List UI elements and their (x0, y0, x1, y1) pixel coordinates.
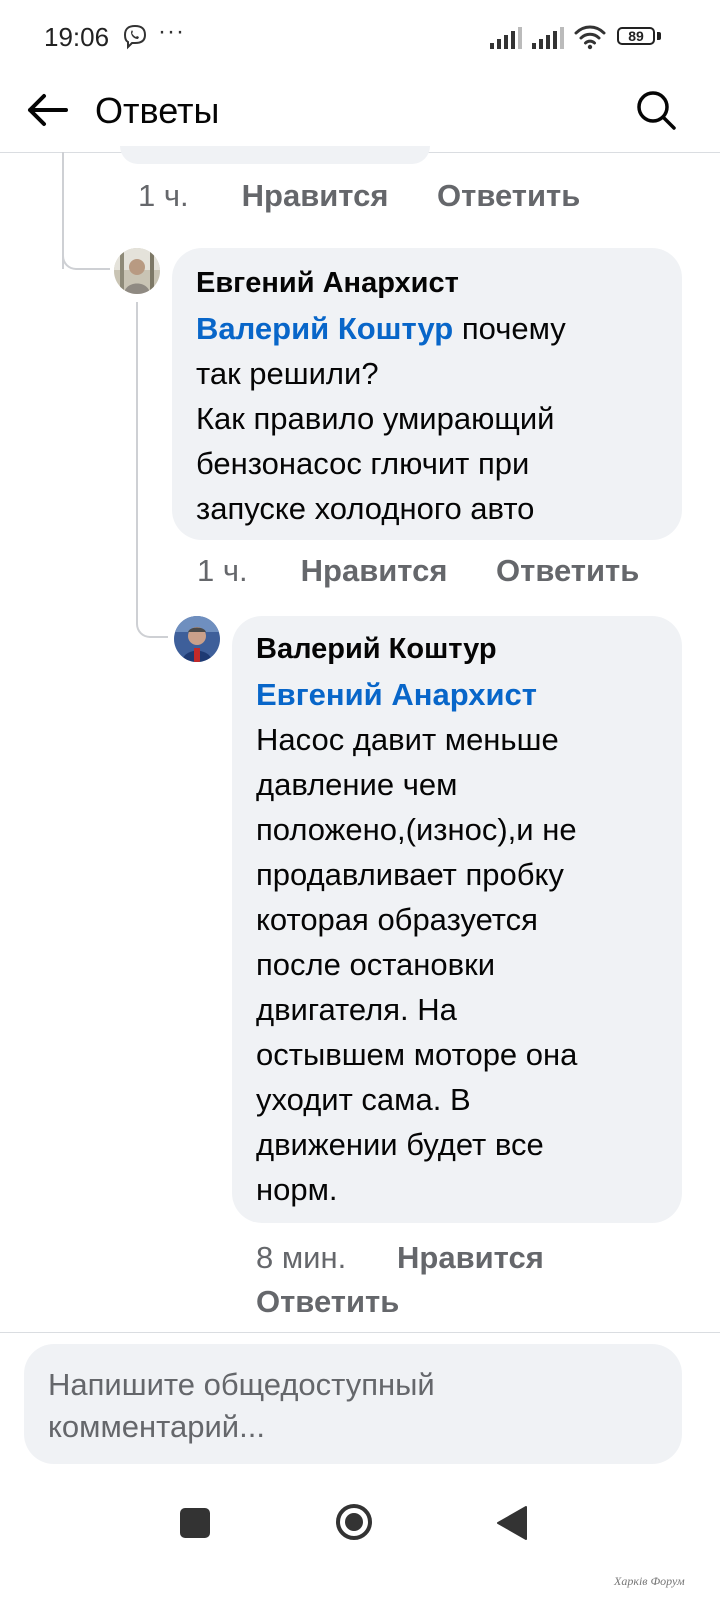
mention-link[interactable]: Валерий Коштур (196, 311, 453, 346)
composer-divider (0, 1332, 720, 1333)
comment-bubble: Евгений Анархист Валерий Коштур почему т… (172, 248, 682, 540)
status-time: 19:06 (44, 22, 110, 52)
comment-text-line: положено,(износ),и не (256, 812, 577, 847)
wifi-icon (574, 25, 606, 50)
comment-text-line: уходит сама. В (256, 1082, 471, 1117)
comment-text-line: норм. (256, 1172, 338, 1207)
comment-text-line: так решили? (196, 356, 379, 391)
battery-level: 89 (617, 27, 655, 45)
signal-icon (490, 27, 522, 49)
comment-text-line: давление чем (256, 767, 458, 802)
reply-button[interactable]: Ответить (437, 178, 580, 214)
comment-input-placeholder: Напишите общедоступный (48, 1367, 435, 1402)
comment-text-line: движении будет все (256, 1127, 544, 1162)
page-title: Ответы (95, 90, 220, 131)
comment-text: Евгений Анархист Насос давит меньше давл… (256, 672, 658, 1212)
thread-connector (136, 596, 168, 638)
comment-text-line: после остановки (256, 947, 496, 982)
comment-text-line: продавливает пробку (256, 857, 564, 892)
avatar-photo (174, 616, 220, 662)
thread-line (136, 302, 138, 602)
comment-text-line: которая образуется (256, 902, 538, 937)
thread-connector (62, 228, 110, 270)
mention-link[interactable]: Евгений Анархист (256, 672, 658, 717)
arrow-left-icon[interactable] (22, 88, 72, 132)
comment-author[interactable]: Евгений Анархист (196, 266, 658, 300)
previous-comment-bubble (120, 146, 430, 164)
comment-time: 1 ч. (197, 553, 248, 588)
comment-time: 1 ч. (138, 178, 189, 213)
comment-bubble: Валерий Коштур Евгений Анархист Насос да… (232, 616, 682, 1223)
like-button[interactable]: Нравится (397, 1236, 544, 1280)
viber-icon (123, 24, 147, 50)
comment-text-line: бензонасос глючит при (196, 446, 530, 481)
recent-apps-icon[interactable] (180, 1508, 210, 1538)
search-icon[interactable] (634, 88, 678, 132)
reply-button[interactable]: Ответить (496, 553, 639, 589)
comment-meta-row: 1 ч. Нравится Ответить (197, 553, 639, 589)
comment-text-line: Как правило умирающий (196, 401, 555, 436)
like-button[interactable]: Нравится (301, 553, 448, 589)
battery-icon: 89 (617, 27, 663, 49)
avatar[interactable] (174, 616, 220, 662)
avatar[interactable] (114, 248, 160, 294)
signal-icon (532, 27, 564, 49)
more-notifications-indicator: ··· (158, 18, 185, 45)
comment-author[interactable]: Валерий Коштур (256, 632, 658, 666)
comment-meta-row: 1 ч. Нравится Ответить (138, 178, 580, 214)
comment-text-line: запуске холодного авто (196, 491, 535, 526)
avatar-photo (114, 248, 160, 294)
like-button[interactable]: Нравится (242, 178, 389, 214)
home-icon[interactable] (334, 1502, 374, 1542)
comment-text-line: остывшем моторе она (256, 1037, 578, 1072)
comment-time: 8 мин. (256, 1240, 347, 1275)
comment-text-line: двигателя. На (256, 992, 457, 1027)
reply-button[interactable]: Ответить (256, 1280, 399, 1324)
watermark: Харків Форум (614, 1574, 685, 1588)
comment-text-line: Насос давит меньше (256, 722, 559, 757)
comment-text: Валерий Коштур почему так решили? Как пр… (196, 306, 658, 531)
comment-text-line: почему (453, 311, 566, 346)
back-triangle-icon[interactable] (496, 1505, 528, 1541)
comment-meta-row: 8 мин. Нравится Ответить (256, 1236, 544, 1324)
comment-input[interactable]: Напишите общедоступный комментарий... (24, 1344, 682, 1464)
comment-input-placeholder: комментарий... (48, 1409, 265, 1444)
